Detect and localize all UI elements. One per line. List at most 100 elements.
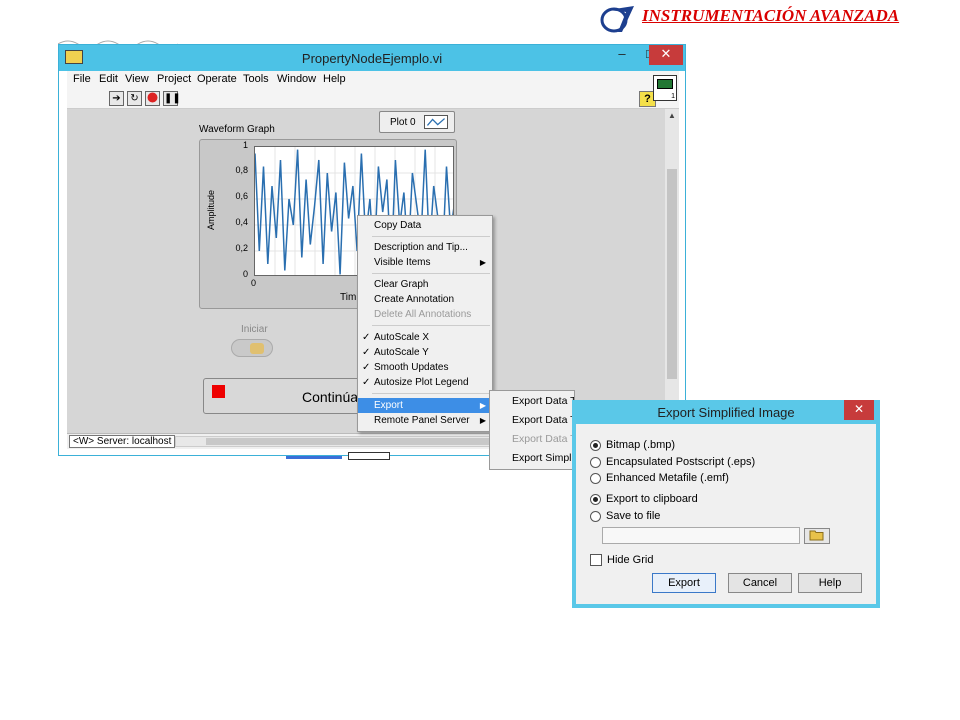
help-button[interactable]: Help [798,573,862,593]
faculty-logo-icon [600,6,634,33]
vertical-scrollbar[interactable]: ▲ ▼ [665,109,679,433]
radio-selected-icon [590,440,601,451]
menu-item-label: Clear Graph [374,279,429,290]
export-button[interactable]: Export [652,573,716,593]
iniciar-button[interactable] [231,339,273,357]
radio-icon [590,473,601,484]
checkbox-label: Hide Grid [607,554,654,566]
iniciar-label: Iniciar [241,324,268,335]
menu-item-label: Create Annotation [374,294,455,305]
toolbar: ➔ ↻ ❚❚ ? [67,89,679,109]
radio-selected-icon [590,494,601,505]
scroll-up-icon[interactable]: ▲ [665,111,679,120]
checkbox-icon [590,554,602,566]
dialog-titlebar[interactable]: Export Simplified Image ✕ [572,400,880,424]
menu-clear-graph[interactable]: Clear Graph [358,277,492,292]
plot-legend[interactable]: Plot 0 [379,111,455,133]
connector-pane-icon[interactable]: 1 [653,75,677,101]
x-tick-label: 0 [251,278,257,288]
server-status: <W> Server: localhost [69,435,176,448]
menu-operate[interactable]: Operate [197,73,237,85]
menu-separator [372,393,490,394]
y-tick-label: 1 [242,140,248,150]
brand-header: INSTRUMENTACIÓN AVANZADA [600,0,960,36]
plot-legend-label: Plot 0 [390,117,416,128]
radio-label: Encapsulated Postscript (.eps) [606,456,756,468]
menu-item-label: AutoScale Y [374,347,429,358]
y-tick-label: 0,4 [235,217,248,227]
menu-file[interactable]: File [73,73,91,85]
check-icon: ✓ [362,347,371,358]
pause-icon[interactable]: ❚❚ [163,91,181,106]
file-path-input[interactable] [602,527,800,544]
dialog-title: Export Simplified Image [657,405,795,420]
background-line [286,456,342,459]
menu-separator [372,236,490,237]
menu-delete-annotations: Delete All Annotations [358,307,492,322]
menu-edit[interactable]: Edit [99,73,118,85]
menu-visible-items[interactable]: Visible Items ▶ [358,255,492,270]
run-arrow-icon[interactable]: ➔ [109,91,124,106]
menu-description-tip[interactable]: Description and Tip... [358,240,492,255]
radio-icon [590,511,601,522]
submenu-arrow-icon: ▶ [479,258,486,267]
y-tick-label: 0,6 [235,191,248,201]
menu-view[interactable]: View [125,73,149,85]
menu-separator [372,325,490,326]
submenu-arrow-icon: ▶ [479,401,486,410]
submenu-export-clipboard[interactable]: Export Data To Clipboard [512,395,574,407]
cancel-button[interactable]: Cancel [728,573,792,593]
menu-item-label: Description and Tip... [374,242,468,253]
radio-label: Save to file [606,510,661,522]
window-titlebar[interactable]: PropertyNodeEjemplo.vi – □ ✕ [59,45,685,71]
export-image-dialog: Export Simplified Image ✕ Bitmap (.bmp) … [572,400,880,608]
menu-smooth-updates[interactable]: ✓ Smooth Updates [358,360,492,375]
dialog-close-button[interactable]: ✕ [844,400,874,420]
menu-bar: File Edit View Project Operate Tools Win… [67,71,679,89]
menu-copy-data[interactable]: Copy Data [358,218,492,233]
menu-window[interactable]: Window [277,73,316,85]
window-title: PropertyNodeEjemplo.vi [301,51,443,66]
radio-label: Bitmap (.bmp) [606,439,676,451]
menu-autoscale-y[interactable]: ✓ AutoScale Y [358,345,492,360]
menu-export[interactable]: Export ▶ [358,398,492,413]
menu-create-annotation[interactable]: Create Annotation [358,292,492,307]
continua-label: Continúa [302,389,359,405]
menu-remote-panel-server[interactable]: Remote Panel Server ▶ [358,413,492,428]
menu-item-label: Export [374,400,403,411]
menu-project[interactable]: Project [157,73,191,85]
check-icon: ✓ [362,332,371,343]
export-submenu: Export Data To Clipboard Export Data To … [489,390,575,470]
menu-item-label: Autosize Plot Legend [374,377,469,388]
minimize-button[interactable]: – [607,45,637,65]
graph-title: Waveform Graph [199,124,275,135]
y-tick-label: 0,8 [235,165,248,175]
brand-title: INSTRUMENTACIÓN AVANZADA [642,6,900,25]
check-icon: ✓ [362,377,371,388]
browse-folder-icon[interactable] [804,528,830,544]
graph-context-menu: Copy Data Description and Tip... Visible… [357,215,493,432]
y-tick-label: 0 [242,269,248,279]
submenu-export-excel[interactable]: Export Data To Excel [512,414,574,426]
connector-number: 1 [671,93,675,100]
y-tick-label: 0,2 [235,243,248,253]
submenu-export-image[interactable]: Export Simplified Image... [512,452,574,464]
submenu-export-diadem: Export Data To DIAdem [512,433,574,445]
menu-item-label: Visible Items [374,257,431,268]
menu-help[interactable]: Help [323,73,346,85]
menu-item-label: Remote Panel Server [374,415,470,426]
run-continuously-icon[interactable]: ↻ [127,91,142,106]
menu-autosize-legend[interactable]: ✓ Autosize Plot Legend [358,375,492,390]
plot-line-swatch-icon [424,115,448,129]
vertical-scroll-thumb[interactable] [667,169,677,379]
menu-autoscale-x[interactable]: ✓ AutoScale X [358,330,492,345]
x-axis-label: Tim [340,292,357,303]
check-icon: ✓ [362,362,371,373]
background-box [348,452,390,460]
menu-tools[interactable]: Tools [243,73,269,85]
y-axis-label: Amplitude [206,189,216,230]
close-button[interactable]: ✕ [649,45,683,65]
menu-item-label: AutoScale X [374,332,430,343]
abort-icon[interactable] [145,91,160,106]
stop-led-icon [212,385,225,398]
